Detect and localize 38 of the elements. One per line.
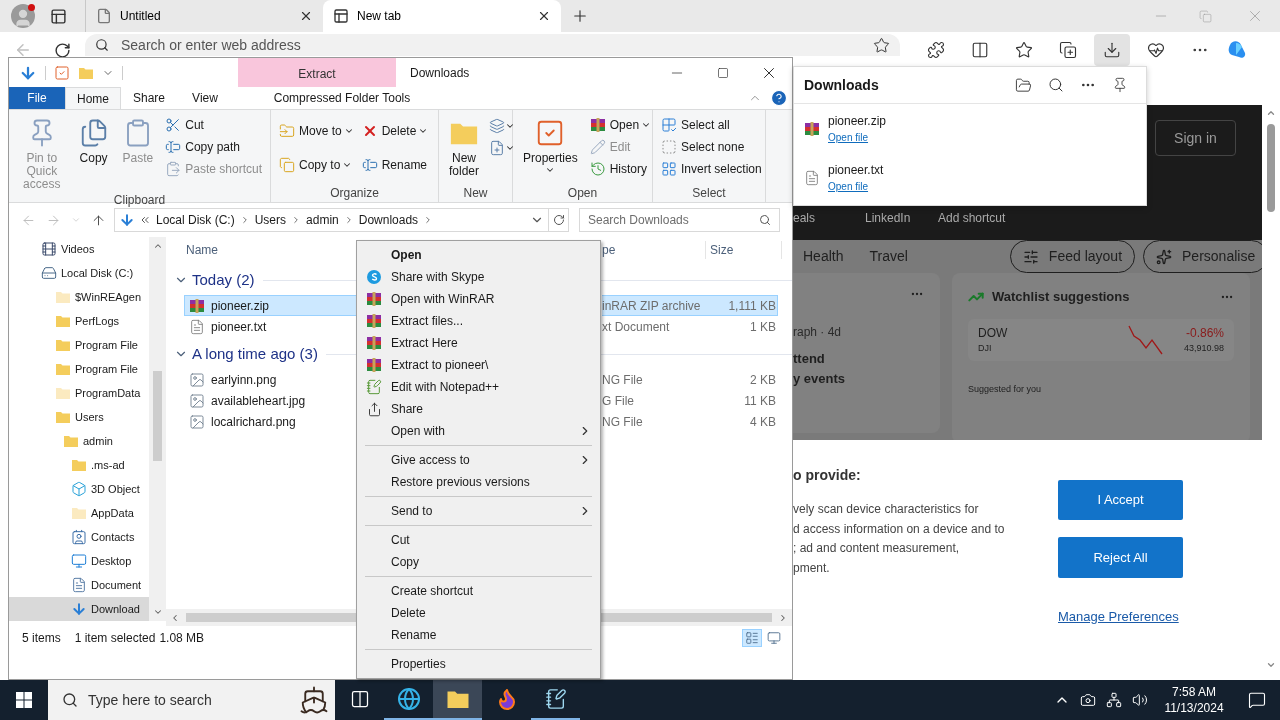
file-name: earlyinn.png: [211, 371, 277, 389]
file-name: pioneer.zip: [211, 297, 270, 315]
selection-status: 1 item selected: [74, 630, 156, 647]
download-name: pioneer.txt: [828, 162, 884, 179]
ribbon-group-label: Clipboard: [112, 192, 167, 209]
file-name: localrichard.png: [211, 413, 296, 431]
quote-price: 43,910.98: [1183, 341, 1224, 355]
file-size: 1,111 KB: [727, 297, 776, 315]
ribbon-group-label: Open: [566, 185, 599, 202]
file-type: inRAR ZIP archive: [602, 297, 702, 315]
card-title: Watchlist suggestions: [992, 288, 1131, 306]
file-type: G File: [602, 392, 635, 410]
ribbon-group-label: Select: [691, 185, 727, 202]
ribbon-group-label: Organize: [329, 185, 380, 202]
file-name: availableheart.jpg: [211, 392, 306, 410]
quote-exchange: DJI: [978, 341, 993, 355]
quote-symbol: DOW: [978, 324, 1009, 342]
selection-size: 1.08 MB: [159, 630, 205, 647]
ribbon-group-label: New: [462, 185, 489, 202]
file-type: NG File: [602, 371, 644, 389]
window-title: Downloads: [409, 64, 471, 82]
file-size: 1 KB: [749, 318, 776, 336]
file-name: pioneer.txt: [211, 318, 267, 336]
download-name: pioneer.zip: [828, 113, 887, 130]
file-size: 4 KB: [749, 413, 776, 431]
item-count: 5 items: [22, 630, 61, 647]
story-headline: ttend y events: [793, 350, 847, 388]
section-label: Suggested for you: [968, 382, 1043, 396]
file-type: NG File: [602, 413, 644, 431]
file-size: 2 KB: [749, 371, 776, 389]
panel-title: Downloads: [804, 75, 880, 95]
consent-heading: o provide:: [793, 466, 862, 485]
story-source: raph · 4d: [793, 324, 843, 341]
contextual-tab-header: Extract: [238, 58, 396, 87]
file-type: xt Document: [602, 318, 671, 336]
file-size: 11 KB: [743, 392, 776, 410]
quote-change: -0.86%: [1185, 324, 1224, 342]
consent-text: vely scan device characteristics for d access information on a device and to ; ad and content measurement, pment.: [793, 501, 1006, 577]
